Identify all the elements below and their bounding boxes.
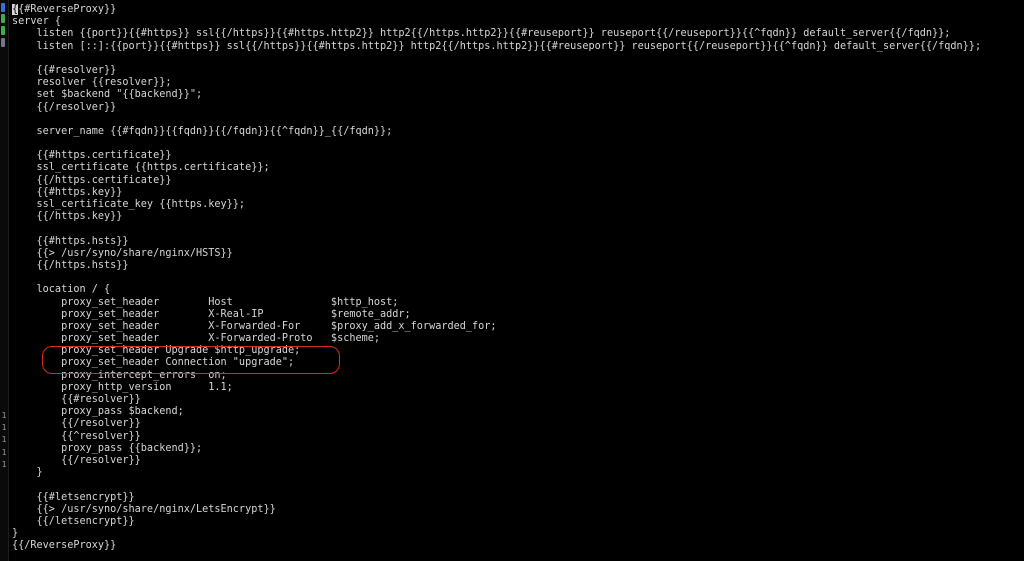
- code-line: {{#https.certificate}}: [12, 150, 172, 162]
- code-line: {{/resolver}}: [12, 454, 141, 466]
- code-line: {{#letsencrypt}}: [12, 491, 135, 503]
- red-highlight-annotation: [42, 346, 340, 374]
- code-line: {{#https.key}}: [12, 186, 123, 198]
- code-line: {{#https.hsts}}: [12, 235, 129, 247]
- code-line: server_name {{#fqdn}}{{fqdn}}{{/fqdn}}{{…: [12, 125, 393, 137]
- code-line: server {: [12, 16, 62, 28]
- gutter-line-marker: 1: [1, 411, 7, 420]
- code-line: set $backend "{{backend}}";: [12, 89, 203, 101]
- gutter-line-marker: 1: [1, 460, 7, 469]
- gutter-line-marker: 1: [1, 423, 7, 432]
- code-line: listen [::]:{{port}}{{#https}} ssl{{/htt…: [12, 40, 982, 52]
- code-line: {{> /usr/syno/share/nginx/LetsEncrypt}}: [12, 503, 276, 515]
- code-line: resolver {{resolver}};: [12, 77, 172, 89]
- gutter-marker-green-icon: [1, 26, 5, 35]
- code-line: {{/ReverseProxy}}: [12, 540, 117, 552]
- code-line: location / {: [12, 284, 111, 296]
- code-line: {{/https.hsts}}: [12, 259, 129, 271]
- code-line: {{#ReverseProxy}}: [12, 4, 981, 16]
- code-line: {{/https.certificate}}: [12, 174, 172, 186]
- gutter-marker-gray-icon: [1, 38, 5, 47]
- gutter-line-marker: 1: [1, 435, 7, 444]
- gutter-marker-blue-icon: [1, 3, 5, 12]
- code-line: {{/resolver}}: [12, 101, 117, 113]
- code-line: proxy_pass {{backend}};: [12, 442, 203, 454]
- code-line: ssl_certificate_key {{https.key}};: [12, 199, 246, 210]
- code-line: proxy_set_header Host $http_host;: [12, 296, 399, 308]
- code-line: {{/resolver}}: [12, 418, 141, 430]
- code-line: proxy_pass $backend;: [12, 406, 184, 418]
- code-line: }: [12, 467, 43, 479]
- code-editor-text[interactable]: {{#ReverseProxy}} server { listen {{port}…: [12, 4, 981, 552]
- terminal-window[interactable]: 1 1 1 1 1 {{#ReverseProxy}} server { list…: [0, 0, 1024, 561]
- code-line: {{/https.key}}: [12, 211, 123, 223]
- code-line: listen {{port}}{{#https}} ssl{{/https}}{…: [12, 28, 951, 40]
- code-line: {{/letsencrypt}}: [12, 515, 135, 527]
- code-line: }: [12, 528, 19, 540]
- code-line: proxy_set_header X-Real-IP $remote_addr;: [12, 308, 411, 320]
- code-line: proxy_set_header X-Forwarded-For $proxy_…: [12, 320, 497, 332]
- code-line: {{#resolver}}: [12, 64, 117, 76]
- code-line: {{#resolver}}: [12, 394, 141, 405]
- code-line: {{^resolver}}: [12, 430, 141, 442]
- gutter-marker-green-icon: [1, 14, 5, 23]
- code-line: proxy_set_header X-Forwarded-Proto $sche…: [12, 333, 381, 345]
- code-line: {{> /usr/syno/share/nginx/HSTS}}: [12, 247, 233, 259]
- code-line: ssl_certificate {{https.certificate}};: [12, 162, 270, 174]
- editor-gutter: 1 1 1 1 1: [0, 0, 9, 561]
- gutter-line-marker: 1: [1, 448, 7, 457]
- code-line: proxy_http_version 1.1;: [12, 381, 233, 393]
- code-line-text: {#ReverseProxy}}: [18, 4, 117, 15]
